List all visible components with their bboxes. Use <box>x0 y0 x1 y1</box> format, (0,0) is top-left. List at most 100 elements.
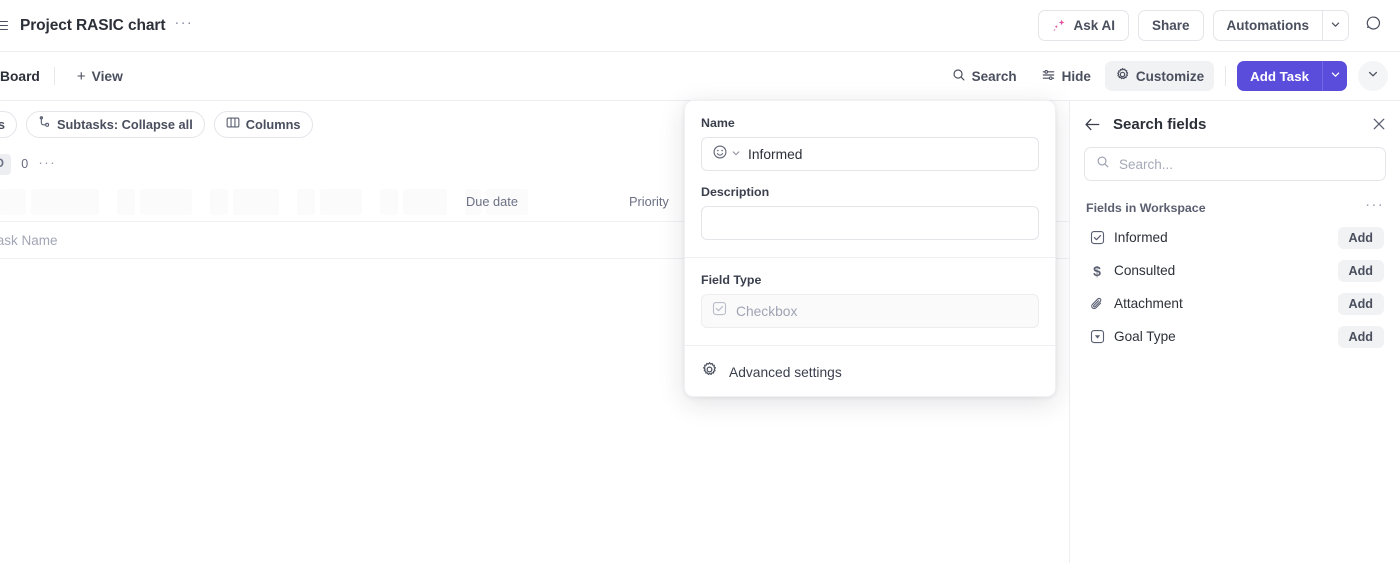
name-field[interactable]: Informed <box>701 137 1039 171</box>
skeleton-bar <box>320 189 362 215</box>
chip-status-label: us <box>0 117 5 132</box>
gear-icon <box>1115 67 1130 85</box>
more-views-button[interactable] <box>1358 61 1388 91</box>
top-header-bar: Project RASIC chart ··· <box>0 0 1400 52</box>
hide-label: Hide <box>1062 69 1091 84</box>
page-title-more-icon[interactable]: ··· <box>174 18 193 33</box>
skeleton-item <box>297 189 362 215</box>
smiley-icon <box>712 144 728 165</box>
add-task-button[interactable]: Add Task <box>1237 61 1322 91</box>
checkbox-icon <box>712 301 727 321</box>
field-name: Goal Type <box>1114 329 1176 344</box>
chevron-down-icon <box>1330 67 1341 85</box>
skeleton-bar <box>117 189 135 215</box>
chip-subtasks[interactable]: Subtasks: Collapse all <box>26 111 205 138</box>
close-icon[interactable] <box>1372 117 1386 131</box>
automations-group: Automations <box>1213 10 1350 41</box>
advanced-settings-button[interactable]: Advanced settings <box>685 345 1055 398</box>
add-task-group: Add Task <box>1237 61 1347 91</box>
description-label: Description <box>701 185 1039 199</box>
search-icon <box>952 68 966 85</box>
description-field[interactable] <box>701 206 1039 240</box>
customize-label: Customize <box>1136 69 1204 84</box>
status-badge[interactable]: O <box>0 154 11 175</box>
skeleton-bar <box>297 189 315 215</box>
chevron-down-icon <box>1367 67 1379 85</box>
field-name: Consulted <box>1114 263 1175 278</box>
columns-icon <box>226 116 240 132</box>
chevron-down-icon <box>731 145 741 163</box>
fields-section-title: Fields in Workspace <box>1086 201 1206 215</box>
add-field-button[interactable]: Add <box>1338 326 1384 348</box>
arrow-left-icon[interactable] <box>1084 117 1101 132</box>
skeleton-item <box>0 189 99 215</box>
field-editor-modal: Name Informed Description <box>684 100 1056 397</box>
subtasks-icon <box>38 116 51 132</box>
hamburger-icon[interactable] <box>0 19 11 33</box>
group-count: 0 <box>21 157 28 171</box>
filter-sliders-icon <box>1041 68 1056 85</box>
add-view-button[interactable]: + View <box>69 65 131 88</box>
field-type-value-box: Checkbox <box>701 294 1039 328</box>
skeleton-item <box>210 189 279 215</box>
add-field-button[interactable]: Add <box>1338 293 1384 315</box>
skeleton-bar <box>210 189 228 215</box>
skeleton-bar <box>140 189 192 215</box>
chat-bubble-icon <box>1365 15 1382 37</box>
skeleton-item <box>117 189 192 215</box>
panel-search-input[interactable] <box>1119 157 1374 172</box>
gear-icon <box>701 361 718 383</box>
paperclip-icon <box>1086 296 1108 312</box>
skeleton-bar <box>380 189 398 215</box>
search-label: Search <box>972 69 1017 84</box>
dollar-icon: $ <box>1086 263 1108 279</box>
loading-skeleton-group <box>0 189 528 215</box>
field-row-goal-type[interactable]: Goal Type Add <box>1084 320 1386 353</box>
view-actions-group: Search Hide Customize Ad <box>942 61 1400 91</box>
field-name: Informed <box>1114 230 1168 245</box>
chip-columns-label: Columns <box>246 117 301 132</box>
header-right-group: Ask AI Share Automations <box>1038 10 1400 41</box>
chip-subtasks-label: Subtasks: Collapse all <box>57 117 193 132</box>
field-row-consulted[interactable]: $ Consulted Add <box>1084 254 1386 287</box>
skeleton-item <box>380 189 447 215</box>
ask-ai-label: Ask AI <box>1073 18 1115 33</box>
search-button[interactable]: Search <box>942 61 1027 91</box>
group-more-icon[interactable]: ··· <box>38 158 56 171</box>
advanced-settings-label: Advanced settings <box>729 365 842 380</box>
automations-dropdown-button[interactable] <box>1322 10 1349 41</box>
skeleton-bar <box>31 189 99 215</box>
customize-button[interactable]: Customize <box>1105 61 1214 91</box>
search-fields-panel: Search fields Fields in Workspace ··· In… <box>1069 101 1400 563</box>
name-label: Name <box>701 116 1039 130</box>
automations-label: Automations <box>1227 18 1310 33</box>
skeleton-bar <box>0 189 26 215</box>
hide-button[interactable]: Hide <box>1031 61 1101 91</box>
add-field-button[interactable]: Add <box>1338 227 1384 249</box>
skeleton-bar <box>403 189 447 215</box>
column-header-due-date[interactable]: Due date <box>466 194 518 209</box>
automations-button[interactable]: Automations <box>1213 10 1323 41</box>
chip-columns[interactable]: Columns <box>214 111 313 138</box>
chip-status[interactable]: us <box>0 111 17 138</box>
search-icon <box>1096 155 1110 174</box>
add-task-dropdown-button[interactable] <box>1322 61 1347 91</box>
ask-ai-button[interactable]: Ask AI <box>1038 10 1129 41</box>
header-left-group: Project RASIC chart ··· <box>0 17 193 35</box>
sparkle-icon <box>1052 18 1067 33</box>
modal-name-description-section: Name Informed Description <box>685 101 1055 257</box>
add-field-button[interactable]: Add <box>1338 260 1384 282</box>
share-label: Share <box>1152 18 1190 33</box>
chat-bubble-button[interactable] <box>1358 11 1388 41</box>
column-header-priority[interactable]: Priority <box>629 194 669 209</box>
field-row-attachment[interactable]: Attachment Add <box>1084 287 1386 320</box>
fields-section-more-icon[interactable]: ··· <box>1365 201 1384 215</box>
share-button[interactable]: Share <box>1138 10 1204 41</box>
view-tabs-group: Board + View <box>0 52 131 100</box>
panel-search-box[interactable] <box>1084 147 1386 181</box>
emoji-picker-button[interactable] <box>712 144 741 165</box>
tab-board[interactable]: Board <box>0 69 54 84</box>
chevron-down-icon <box>1330 17 1341 35</box>
field-row-informed[interactable]: Informed Add <box>1084 221 1386 254</box>
add-view-label: View <box>92 69 123 84</box>
